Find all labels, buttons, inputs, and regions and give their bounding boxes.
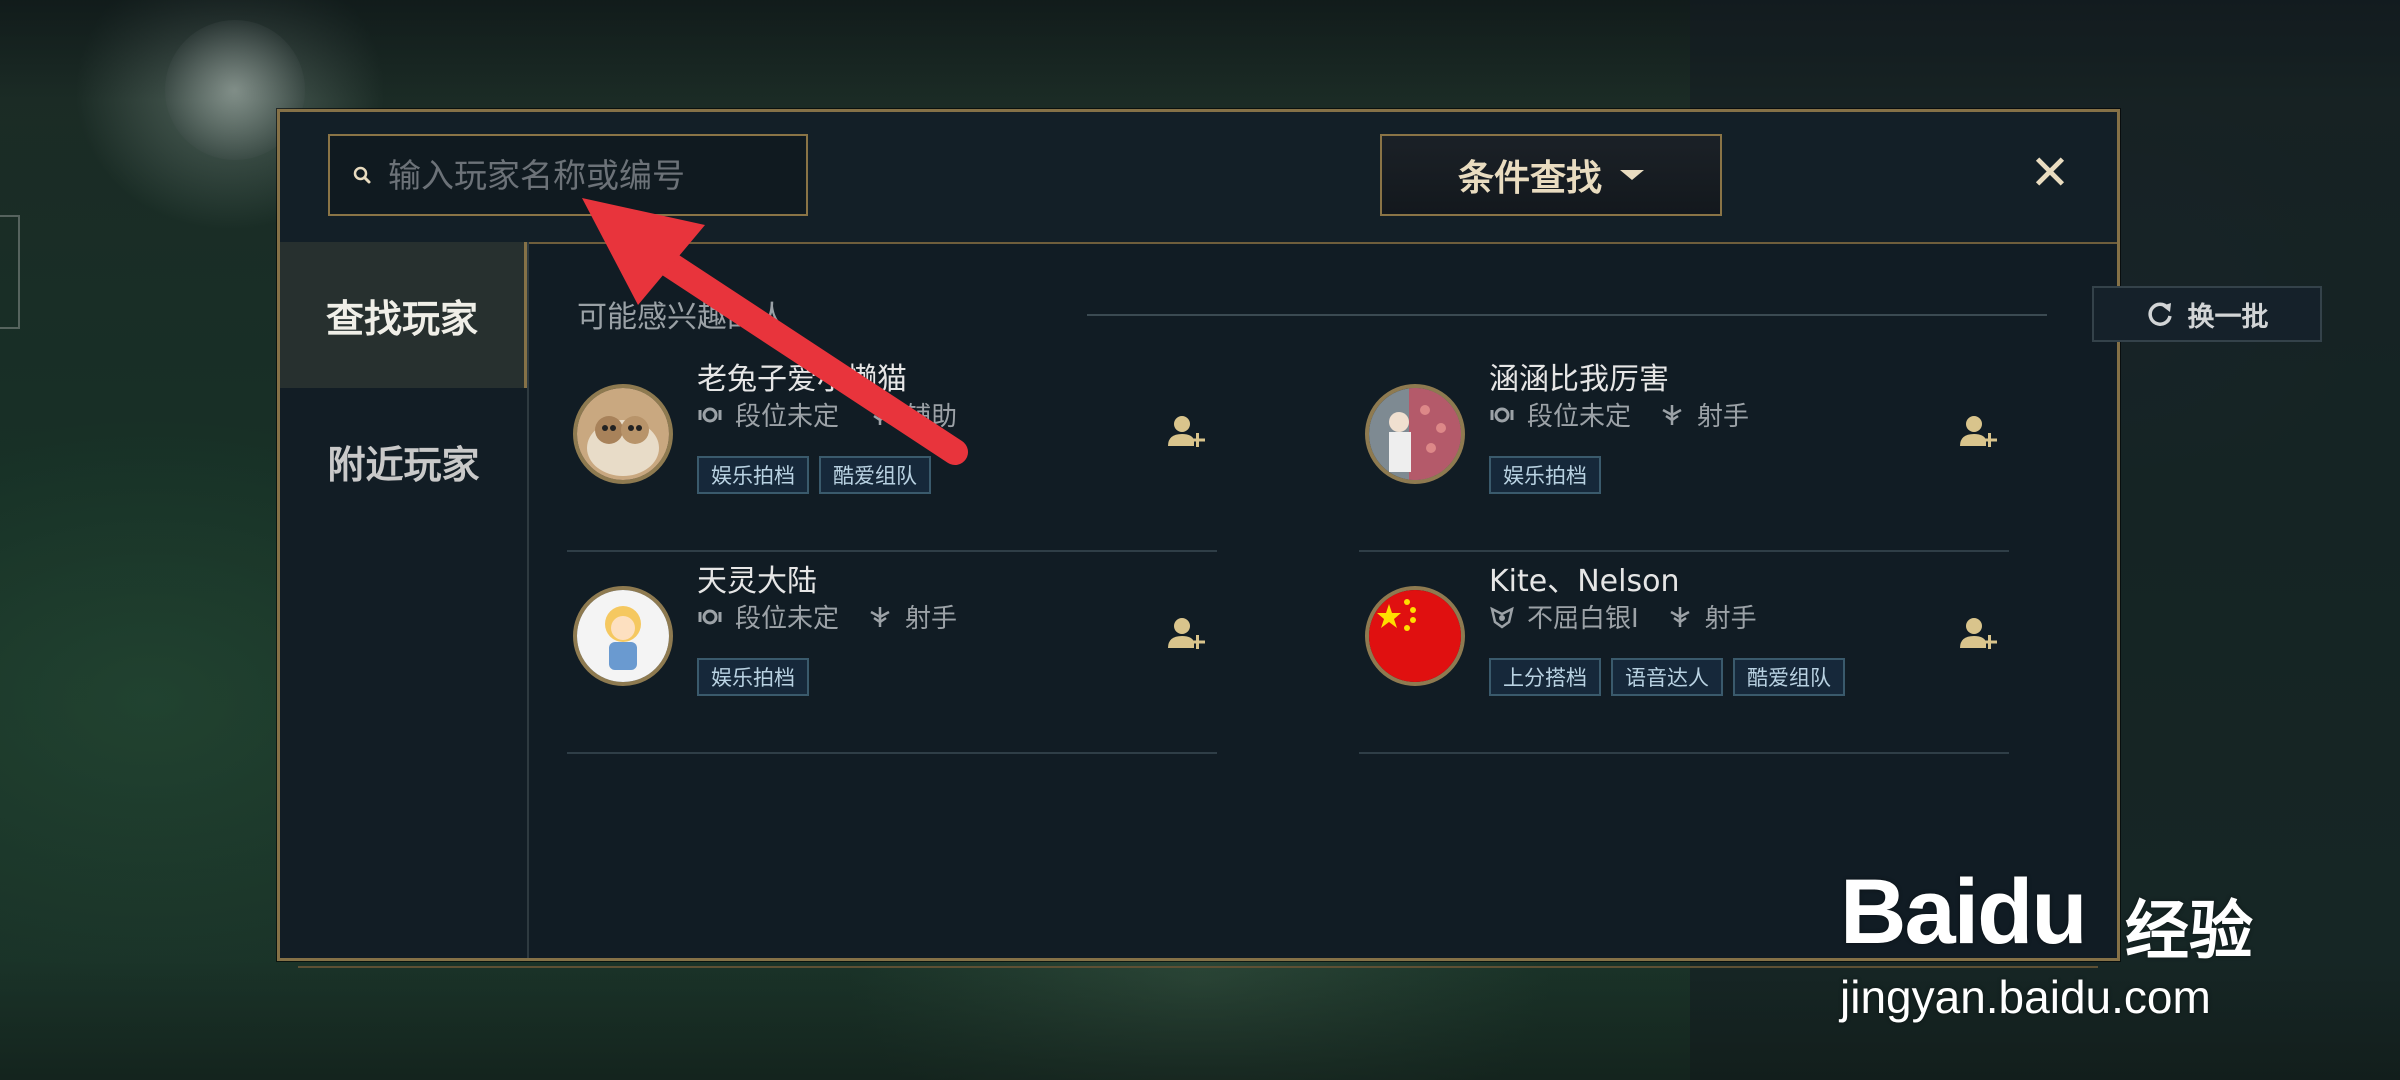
section-divider bbox=[1087, 314, 2047, 316]
row-divider bbox=[1359, 550, 2009, 552]
player-name: 老兔子爱小懒猫 bbox=[697, 362, 907, 397]
add-friend-icon[interactable] bbox=[1162, 408, 1212, 458]
player-tag: 上分搭档 bbox=[1489, 658, 1601, 696]
player-tag: 娱乐拍档 bbox=[697, 456, 809, 494]
player-name: Kite、Nelson bbox=[1489, 564, 1680, 599]
player-meta: 段位未定 射手 bbox=[1489, 396, 1749, 433]
player-rank: 段位未定 bbox=[735, 604, 840, 634]
close-icon[interactable]: ✕ bbox=[2025, 148, 2075, 198]
condition-search-label: 条件查找 bbox=[1457, 158, 1602, 199]
sidebar-item-nearby-players[interactable]: 附近玩家 bbox=[280, 388, 527, 534]
watermark-url: jingyan.baidu.com bbox=[1840, 971, 2211, 1023]
player-card[interactable]: 天灵大陆 段位未定 射手 娱乐拍档 bbox=[567, 554, 1217, 754]
player-name: 天灵大陆 bbox=[697, 564, 817, 599]
support-role-icon bbox=[870, 404, 890, 425]
player-name: 涵涵比我厉害 bbox=[1489, 362, 1669, 397]
player-role: 辅助 bbox=[905, 402, 958, 432]
player-tags: 娱乐拍档 bbox=[697, 658, 819, 696]
dialog-bottom-edge bbox=[298, 960, 2098, 968]
player-tag: 酷爱组队 bbox=[1733, 658, 1845, 696]
watermark-cn: 经验 bbox=[2125, 895, 2253, 969]
row-divider bbox=[567, 752, 1217, 754]
section-title: 可能感兴趣的人 bbox=[577, 300, 787, 335]
add-friend-icon[interactable] bbox=[1954, 408, 2004, 458]
player-tag: 娱乐拍档 bbox=[697, 658, 809, 696]
dialog-sidebar: 查找玩家 附近玩家 bbox=[280, 242, 529, 958]
player-card[interactable]: 老兔子爱小懒猫 段位未定 辅助 娱乐拍档 酷爱组队 bbox=[567, 352, 1217, 552]
marksman-role-icon bbox=[1670, 606, 1690, 627]
player-meta: 段位未定 射手 bbox=[697, 598, 957, 635]
photo-avatar[interactable] bbox=[1365, 384, 1465, 484]
player-rank: 不屈白银Ⅰ bbox=[1527, 604, 1639, 634]
cat-avatar[interactable] bbox=[573, 384, 673, 484]
watermark-brand: Baidu bbox=[1840, 861, 2088, 963]
marksman-role-icon bbox=[870, 606, 890, 627]
player-card[interactable]: Kite、Nelson 不屈白银Ⅰ 射手 上分搭档 语音达人 酷爱组队 bbox=[1359, 554, 2009, 754]
marksman-role-icon bbox=[1662, 404, 1682, 425]
player-tags: 娱乐拍档 bbox=[1489, 456, 1611, 494]
player-role: 射手 bbox=[1697, 402, 1750, 432]
player-meta: 不屈白银Ⅰ 射手 bbox=[1489, 598, 1757, 635]
rank-icon bbox=[698, 609, 722, 624]
chevron-down-icon bbox=[1620, 170, 1644, 180]
sidebar-item-label: 查找玩家 bbox=[325, 296, 478, 341]
search-box[interactable] bbox=[328, 134, 808, 216]
player-card[interactable]: 涵涵比我厉害 段位未定 射手 娱乐拍档 bbox=[1359, 352, 2009, 552]
baidu-watermark: Baidu 经验 jingyan.baidu.com bbox=[1840, 820, 2280, 1040]
player-rank: 段位未定 bbox=[735, 402, 840, 432]
row-divider bbox=[1359, 752, 2009, 754]
player-tag: 语音达人 bbox=[1611, 658, 1723, 696]
player-role: 射手 bbox=[905, 604, 958, 634]
add-friend-icon[interactable] bbox=[1954, 610, 2004, 660]
sidebar-item-find-player[interactable]: 查找玩家 bbox=[280, 242, 527, 388]
dialog-header: 条件查找 ✕ bbox=[280, 112, 2117, 244]
background-hex-frame bbox=[0, 215, 20, 329]
player-tags: 娱乐拍档 酷爱组队 bbox=[697, 456, 941, 494]
player-rank: 段位未定 bbox=[1527, 402, 1632, 432]
refresh-icon bbox=[2147, 302, 2172, 326]
add-friend-icon[interactable] bbox=[1162, 610, 1212, 660]
refresh-label: 换一批 bbox=[2187, 301, 2269, 333]
player-meta: 段位未定 辅助 bbox=[697, 396, 957, 433]
player-tags: 上分搭档 语音达人 酷爱组队 bbox=[1489, 658, 1855, 696]
silver-rank-icon bbox=[1490, 606, 1514, 629]
china-flag-avatar[interactable] bbox=[1365, 586, 1465, 686]
sidebar-item-label: 附近玩家 bbox=[327, 442, 480, 487]
search-icon bbox=[353, 166, 371, 184]
condition-search-button[interactable]: 条件查找 bbox=[1380, 134, 1722, 216]
search-input[interactable] bbox=[386, 144, 806, 206]
rank-icon bbox=[698, 407, 722, 422]
refresh-button[interactable]: 换一批 bbox=[2092, 286, 2322, 342]
cartoon-avatar[interactable] bbox=[573, 586, 673, 686]
player-tag: 娱乐拍档 bbox=[1489, 456, 1601, 494]
rank-icon bbox=[1490, 407, 1514, 422]
row-divider bbox=[567, 550, 1217, 552]
player-role: 射手 bbox=[1704, 604, 1757, 634]
player-tag: 酷爱组队 bbox=[819, 456, 931, 494]
